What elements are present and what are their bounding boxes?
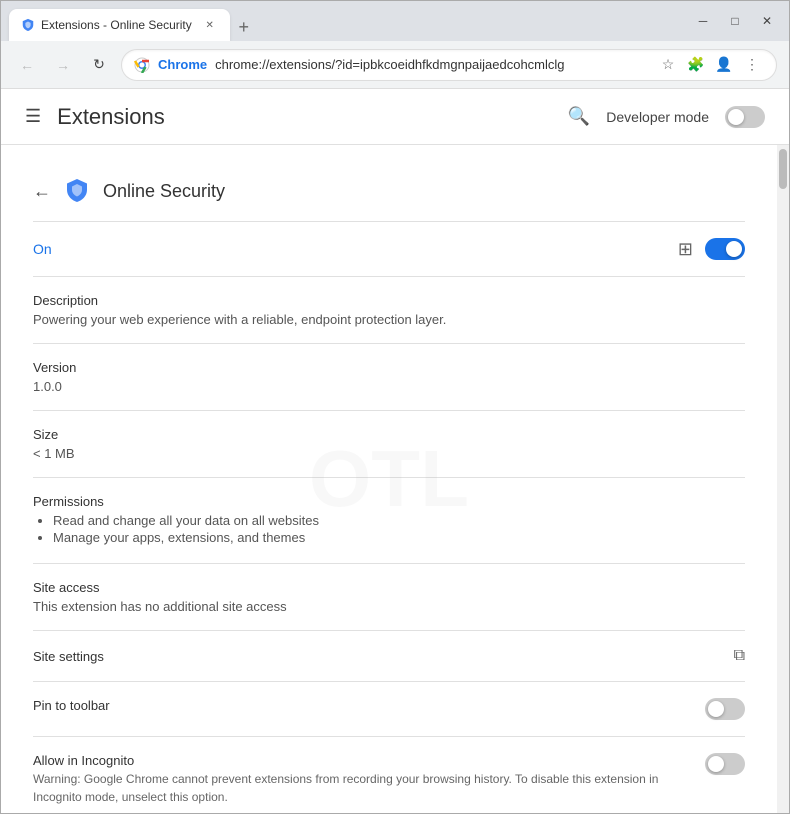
reload-button[interactable]: ↻ bbox=[85, 51, 113, 79]
hamburger-icon[interactable]: ☰ bbox=[25, 106, 41, 127]
tab-favicon-icon bbox=[21, 18, 35, 32]
search-button[interactable]: 🔍 bbox=[568, 106, 590, 127]
tab-close-btn[interactable]: ✕ bbox=[202, 17, 218, 33]
forward-button[interactable]: → bbox=[49, 51, 77, 79]
external-link-icon: ⧉ bbox=[734, 647, 745, 665]
menu-button[interactable]: ⋮ bbox=[740, 53, 764, 77]
site-access-label: Site access bbox=[33, 580, 745, 595]
chrome-brand-text: Chrome bbox=[158, 57, 207, 72]
dev-mode-toggle[interactable] bbox=[725, 106, 765, 128]
extensions-title: Extensions bbox=[57, 104, 568, 130]
dev-mode-label: Developer mode bbox=[606, 109, 709, 125]
pin-toolbar-toggle[interactable] bbox=[705, 698, 745, 720]
extension-enable-toggle-thumb bbox=[726, 241, 742, 257]
permission-item-2: Manage your apps, extensions, and themes bbox=[53, 530, 745, 545]
header-right: 🔍 Developer mode bbox=[568, 106, 765, 128]
extensions-button[interactable]: 🧩 bbox=[684, 53, 708, 77]
page-body: ☰ Extensions 🔍 Developer mode OTL ← bbox=[1, 89, 789, 813]
on-right-controls: ⊞ bbox=[678, 238, 745, 260]
window-controls: ─ □ ✕ bbox=[689, 7, 781, 35]
minimize-button[interactable]: ─ bbox=[689, 7, 717, 35]
version-label: Version bbox=[33, 360, 745, 375]
allow-incognito-content: Allow in Incognito Warning: Google Chrom… bbox=[33, 753, 689, 806]
detail-header: ← Online Security bbox=[33, 161, 745, 222]
scrollbar-thumb[interactable] bbox=[779, 149, 787, 189]
back-button[interactable]: ← bbox=[13, 51, 41, 79]
extension-enable-toggle[interactable] bbox=[705, 238, 745, 260]
tab-list: Extensions - Online Security ✕ + bbox=[9, 1, 685, 41]
toolbar: ← → ↻ Chrome chrome://extensions/?id=ipb… bbox=[1, 41, 789, 89]
allow-incognito-desc: Warning: Google Chrome cannot prevent ex… bbox=[33, 770, 689, 806]
version-row: Version 1.0.0 bbox=[33, 344, 745, 411]
pin-toolbar-content: Pin to toolbar bbox=[33, 698, 689, 715]
active-tab[interactable]: Extensions - Online Security ✕ bbox=[9, 9, 230, 41]
tab-label: Extensions - Online Security bbox=[41, 18, 192, 32]
back-to-extensions-button[interactable]: ← bbox=[33, 181, 51, 202]
pin-toolbar-row: Pin to toolbar bbox=[33, 682, 745, 737]
dev-mode-toggle-thumb bbox=[728, 109, 744, 125]
address-bar[interactable]: Chrome chrome://extensions/?id=ipbkcoeid… bbox=[121, 49, 777, 81]
pin-toolbar-toggle-thumb bbox=[708, 701, 724, 717]
close-button[interactable]: ✕ bbox=[753, 7, 781, 35]
title-bar: Extensions - Online Security ✕ + ─ □ ✕ bbox=[1, 1, 789, 41]
grid-icon[interactable]: ⊞ bbox=[678, 239, 693, 260]
size-label: Size bbox=[33, 427, 745, 442]
size-value: < 1 MB bbox=[33, 446, 745, 461]
permissions-list: Read and change all your data on all web… bbox=[33, 513, 745, 545]
extensions-header: ☰ Extensions 🔍 Developer mode bbox=[1, 89, 789, 145]
maximize-button[interactable]: □ bbox=[721, 7, 749, 35]
new-tab-button[interactable]: + bbox=[230, 13, 258, 41]
description-row: Description Powering your web experience… bbox=[33, 277, 745, 344]
scrollbar-track[interactable] bbox=[777, 145, 789, 813]
description-value: Powering your web experience with a reli… bbox=[33, 312, 745, 327]
content-area: OTL ← Online Security On bbox=[1, 145, 789, 813]
address-icons: ☆ 🧩 👤 ⋮ bbox=[656, 53, 764, 77]
main-panel: OTL ← Online Security On bbox=[1, 145, 777, 813]
site-access-row: Site access This extension has no additi… bbox=[33, 564, 745, 631]
allow-incognito-toggle-thumb bbox=[708, 756, 724, 772]
extension-icon bbox=[63, 177, 91, 205]
size-row: Size < 1 MB bbox=[33, 411, 745, 478]
permissions-label: Permissions bbox=[33, 494, 745, 509]
on-row: On ⊞ bbox=[33, 222, 745, 277]
permissions-row: Permissions Read and change all your dat… bbox=[33, 478, 745, 564]
profile-button[interactable]: 👤 bbox=[712, 53, 736, 77]
site-settings-label: Site settings bbox=[33, 649, 104, 664]
allow-incognito-row: Allow in Incognito Warning: Google Chrom… bbox=[33, 737, 745, 813]
allow-incognito-label: Allow in Incognito bbox=[33, 753, 689, 768]
version-value: 1.0.0 bbox=[33, 379, 745, 394]
extension-name: Online Security bbox=[103, 181, 225, 202]
detail-panel: ← Online Security On ⊞ bbox=[1, 145, 777, 813]
window-frame: Extensions - Online Security ✕ + ─ □ ✕ ←… bbox=[0, 0, 790, 814]
chrome-logo-icon bbox=[134, 57, 150, 73]
bookmark-button[interactable]: ☆ bbox=[656, 53, 680, 77]
description-label: Description bbox=[33, 293, 745, 308]
on-label: On bbox=[33, 241, 52, 257]
url-text: chrome://extensions/?id=ipbkcoeidhfkdmgn… bbox=[215, 57, 648, 72]
pin-toolbar-label: Pin to toolbar bbox=[33, 698, 689, 713]
allow-incognito-toggle[interactable] bbox=[705, 753, 745, 775]
site-settings-row[interactable]: Site settings ⧉ bbox=[33, 631, 745, 682]
permission-item-1: Read and change all your data on all web… bbox=[53, 513, 745, 528]
site-access-value: This extension has no additional site ac… bbox=[33, 599, 745, 614]
